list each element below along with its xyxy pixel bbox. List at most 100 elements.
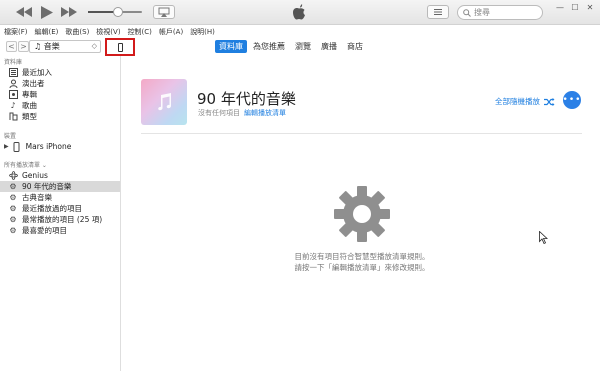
back-button[interactable]: < — [6, 41, 17, 52]
sidebar-item-artists[interactable]: 演出者 — [0, 78, 120, 89]
sidebar-item-genius[interactable]: Genius — [0, 170, 120, 181]
artist-icon — [8, 79, 18, 89]
sidebar-item-top-25[interactable]: ⚙ 最常播放的項目 (25 項) — [0, 214, 120, 225]
maximize-button[interactable]: ☐ — [568, 2, 582, 13]
music-note-icon — [158, 93, 171, 111]
playlist-artwork — [141, 79, 187, 125]
rewind-icon — [16, 7, 32, 17]
sidebar-item-device[interactable]: ▶ Mars iPhone — [0, 141, 120, 152]
playlists-header[interactable]: 所有播放清單 ⌄ — [0, 161, 120, 170]
apple-logo-icon — [291, 3, 307, 21]
empty-state-line-1: 目前沒有項目符合智慧型播放清單規則。 — [294, 252, 430, 261]
sidebar-item-label: 最近播放過的項目 — [22, 204, 82, 213]
search-icon — [463, 9, 471, 17]
smart-playlist-gear-icon: ⚙ — [9, 193, 17, 202]
sidebar-item-recently-played[interactable]: ⚙ 最近播放過的項目 — [0, 203, 120, 214]
sidebar-item-recently-added[interactable]: 最近加入 — [0, 67, 120, 78]
tab-for-you[interactable]: 為您推薦 — [249, 40, 289, 53]
sidebar-item-label: 類型 — [22, 112, 37, 121]
sidebar-item-favorites[interactable]: ⚙ 最喜愛的項目 — [0, 225, 120, 236]
fast-forward-button[interactable] — [61, 4, 77, 20]
menu-bar: 檔案(F) 編輯(E) 歌曲(S) 檢視(V) 控制(C) 帳戶(A) 說明(H… — [0, 26, 600, 38]
chevron-icon: ◇ — [91, 42, 97, 50]
genre-icon — [8, 112, 18, 122]
sidebar-item-genres[interactable]: 類型 — [0, 111, 120, 122]
rewind-button[interactable] — [16, 4, 32, 20]
empty-state-message: 目前沒有項目符合智慧型播放清單規則。 請按一下「編輯播放清單」來修改規則。 — [212, 251, 512, 273]
iphone-icon — [12, 141, 22, 152]
item-count-text: 沒有任何項目 — [198, 109, 240, 117]
empty-state-line-2: 請按一下「編輯播放清單」來修改規則。 — [294, 263, 430, 272]
sidebar-item-90s-music[interactable]: ⚙ 90 年代的音樂 — [0, 181, 120, 192]
edit-playlist-link[interactable]: 編輯播放清單 — [244, 109, 286, 117]
airplay-icon — [158, 7, 170, 17]
search-input[interactable]: 搜尋 — [457, 5, 543, 20]
sidebar-item-albums[interactable]: 專輯 — [0, 89, 120, 100]
menu-edit[interactable]: 編輯(E) — [31, 26, 62, 38]
library-header: 資料庫 — [4, 59, 23, 66]
minimize-button[interactable]: — — [553, 2, 567, 13]
playlist-title: 90 年代的音樂 — [197, 90, 296, 108]
device-button[interactable] — [105, 38, 135, 56]
tab-browse[interactable]: 瀏覽 — [291, 40, 315, 53]
shuffle-icon — [544, 97, 555, 106]
fast-forward-icon — [61, 7, 77, 17]
sidebar: 資料庫 最近加入 演出者 專輯 ♪ 歌曲 類型 裝置 ▶ Mars iPhone — [0, 56, 121, 371]
device-name: Mars iPhone — [25, 142, 72, 151]
smart-playlist-gear-icon: ⚙ — [9, 182, 17, 191]
menu-controls[interactable]: 控制(C) — [124, 26, 155, 38]
forward-button[interactable]: > — [18, 41, 29, 52]
devices-header: 裝置 — [4, 133, 17, 140]
media-type-selector[interactable]: ♫ 音樂 ◇ — [29, 40, 101, 53]
navigation-bar: < > ♫ 音樂 ◇ 資料庫 為您推薦 瀏覽 廣播 商店 — [0, 38, 600, 56]
genius-atom-icon — [8, 171, 18, 181]
iphone-icon — [117, 42, 123, 52]
sidebar-item-label: Genius — [22, 171, 48, 180]
list-view-icon — [434, 9, 442, 15]
shuffle-all-label: 全部隨機播放 — [495, 97, 540, 106]
search-placeholder: 搜尋 — [474, 8, 490, 17]
sidebar-item-label: 歌曲 — [22, 101, 37, 110]
menu-file[interactable]: 檔案(F) — [0, 26, 31, 38]
menu-song[interactable]: 歌曲(S) — [61, 26, 92, 38]
play-icon — [41, 5, 53, 19]
title-bar: 搜尋 — ☐ ✕ — [0, 0, 600, 25]
shuffle-all-button[interactable]: 全部隨機播放 — [495, 96, 555, 107]
sidebar-item-label: 最常播放的項目 (25 項) — [22, 215, 103, 224]
volume-slider-knob[interactable] — [112, 7, 123, 17]
tab-radio[interactable]: 廣播 — [317, 40, 341, 53]
music-note-icon: ♫ — [34, 42, 42, 51]
menu-help[interactable]: 說明(H) — [186, 26, 218, 38]
smart-playlist-gear-icon: ⚙ — [9, 226, 17, 235]
sidebar-item-songs[interactable]: ♪ 歌曲 — [0, 100, 120, 111]
sidebar-item-label: 專輯 — [22, 90, 37, 99]
sidebar-item-label: 最近加入 — [22, 68, 52, 77]
album-icon — [8, 90, 18, 100]
close-button[interactable]: ✕ — [583, 2, 597, 13]
play-button[interactable] — [40, 4, 54, 20]
song-note-icon: ♪ — [10, 101, 16, 110]
sidebar-item-label: 古典音樂 — [22, 193, 52, 202]
smart-playlist-gear-icon: ⚙ — [9, 215, 17, 224]
menu-account[interactable]: 帳戶(A) — [155, 26, 186, 38]
smart-playlist-gear-icon: ⚙ — [9, 204, 17, 213]
large-gear-icon — [334, 186, 390, 242]
tab-library[interactable]: 資料庫 — [215, 40, 247, 53]
playlist-subtitle: 沒有任何項目 編輯播放清單 — [198, 108, 286, 118]
header-divider — [141, 133, 582, 134]
airplay-button[interactable] — [153, 5, 175, 19]
more-options-button[interactable]: ••• — [563, 91, 581, 109]
library-tabs: 資料庫 為您推薦 瀏覽 廣播 商店 — [215, 40, 369, 53]
sidebar-item-label: 演出者 — [22, 79, 45, 88]
sidebar-item-label: 最喜愛的項目 — [22, 226, 67, 235]
sidebar-item-label: 90 年代的音樂 — [22, 182, 72, 191]
list-view-button[interactable] — [427, 5, 449, 19]
mouse-cursor-icon — [539, 231, 548, 244]
media-type-label: 音樂 — [43, 42, 60, 51]
expand-triangle-icon: ▶ — [4, 143, 9, 150]
sidebar-item-classical[interactable]: ⚙ 古典音樂 — [0, 192, 120, 203]
menu-view[interactable]: 檢視(V) — [92, 26, 123, 38]
recently-added-icon — [8, 68, 18, 78]
tab-store[interactable]: 商店 — [343, 40, 367, 53]
main-content: 90 年代的音樂 沒有任何項目 編輯播放清單 全部隨機播放 ••• 目前沒有項目符… — [122, 56, 600, 371]
